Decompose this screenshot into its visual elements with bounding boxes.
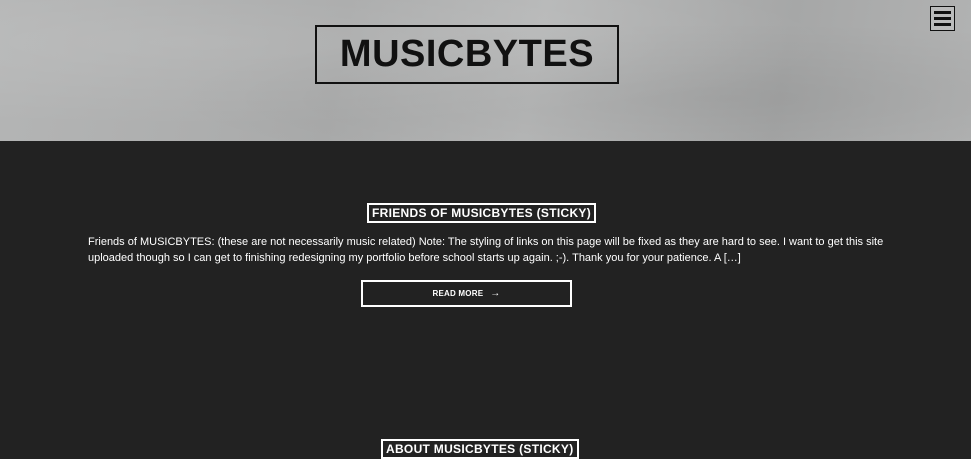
read-more-button[interactable]: READ MORE →: [361, 280, 572, 307]
arrow-right-icon: →: [490, 288, 501, 299]
post-title-link[interactable]: ABOUT MUSICBYTES (STICKY): [381, 439, 579, 459]
hamburger-menu-icon-bar: [934, 23, 951, 26]
menu-button[interactable]: [930, 6, 955, 31]
hamburger-menu-icon: [934, 11, 951, 14]
post-excerpt: Friends of MUSICBYTES: (these are not ne…: [88, 236, 884, 264]
post-title-link[interactable]: FRIENDS OF MUSICBYTES (STICKY): [367, 203, 597, 223]
hamburger-menu-icon-bar: [934, 17, 951, 20]
site-title: MUSICBYTES: [339, 33, 595, 75]
site-header: MUSICBYTES: [0, 0, 971, 141]
read-more-label: READ MORE: [432, 289, 484, 298]
site-title-link[interactable]: MUSICBYTES: [315, 25, 619, 84]
